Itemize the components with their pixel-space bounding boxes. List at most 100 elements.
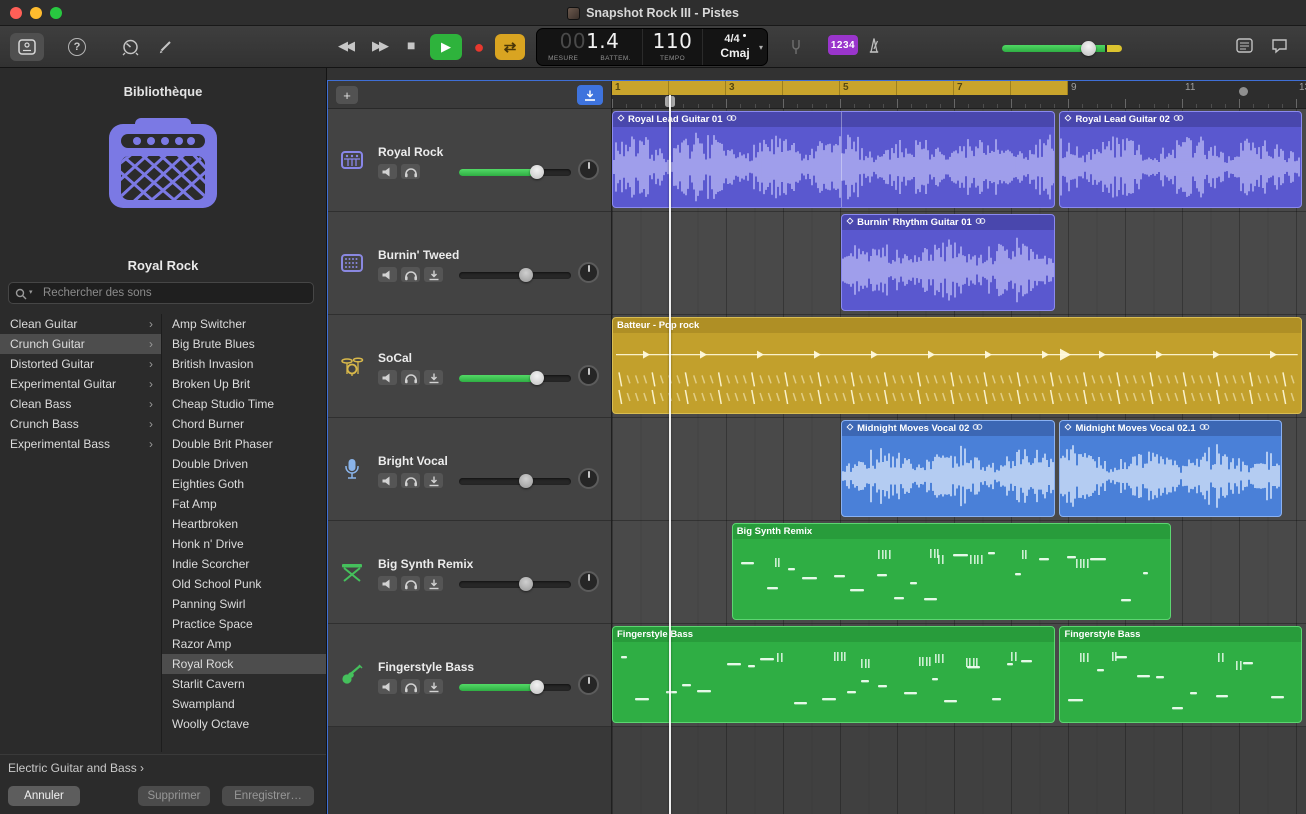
mute-button[interactable] <box>378 576 397 591</box>
pan-knob[interactable] <box>578 571 599 592</box>
library-patch-double-driven[interactable]: Double Driven <box>162 454 326 474</box>
region-midnight-moves-vocal-02-1-5[interactable]: Midnight Moves Vocal 02.1 <box>1059 420 1281 517</box>
library-patch-big-brute-blues[interactable]: Big Brute Blues <box>162 334 326 354</box>
library-patch-double-brit-phaser[interactable]: Double Brit Phaser <box>162 434 326 454</box>
library-patch-swampland[interactable]: Swampland <box>162 694 326 714</box>
headphones-button[interactable] <box>401 370 420 385</box>
track-volume-knob[interactable] <box>519 577 533 591</box>
master-volume-slider[interactable] <box>1002 45 1122 52</box>
download-button[interactable] <box>424 679 443 694</box>
library-patch-amp-switcher[interactable]: Amp Switcher <box>162 314 326 334</box>
lcd-position-section[interactable]: 001.4 MESUREBATTEM. <box>537 29 643 65</box>
play-button[interactable]: ▶ <box>430 34 462 60</box>
search-input[interactable] <box>8 282 314 304</box>
region-big-synth-remix-6[interactable]: Big Synth Remix <box>732 523 1171 620</box>
region-fingerstyle-bass-8[interactable]: Fingerstyle Bass <box>1059 626 1301 723</box>
mute-button[interactable] <box>378 679 397 694</box>
headphones-button[interactable] <box>401 267 420 282</box>
track-header-big-synth-remix[interactable]: Big Synth Remix <box>328 521 611 624</box>
metronome-icon[interactable] <box>866 36 882 54</box>
cyc£le-button[interactable]: ⇄ <box>495 34 525 60</box>
track-volume-slider[interactable] <box>459 478 571 485</box>
track-volume-knob[interactable] <box>530 680 544 694</box>
library-patch-panning-swirl[interactable]: Panning Swirl <box>162 594 326 614</box>
download-button[interactable] <box>424 370 443 385</box>
track-volume-slider[interactable] <box>459 375 571 382</box>
track-options-button[interactable] <box>577 85 603 105</box>
track-volume-slider[interactable] <box>459 272 571 279</box>
pan-knob[interactable] <box>578 468 599 489</box>
save-button[interactable]: Enregistrer… <box>222 786 314 806</box>
track-volume-knob[interactable] <box>519 474 533 488</box>
region-fingerstyle-bass-7[interactable]: Fingerstyle Bass <box>612 626 1055 723</box>
library-patch-honk-n-drive[interactable]: Honk n' Drive <box>162 534 326 554</box>
mute-button[interactable] <box>378 473 397 488</box>
titlebar[interactable]: Snapshot Rock III - Pistes <box>0 0 1306 26</box>
library-patch-razor-amp[interactable]: Razor Amp <box>162 634 326 654</box>
library-patch-chord-burner[interactable]: Chord Burner <box>162 414 326 434</box>
editors-button[interactable] <box>156 37 174 55</box>
library-patch-old-school-punk[interactable]: Old School Punk <box>162 574 326 594</box>
library-patch-practice-space[interactable]: Practice Space <box>162 614 326 634</box>
lcd-tempo-section[interactable]: 110 TEMPO <box>643 29 703 65</box>
library-patch-starlit-cavern[interactable]: Starlit Cavern <box>162 674 326 694</box>
region-royal-lead-guitar-02-1[interactable]: Royal Lead Guitar 02 <box>1059 111 1301 208</box>
pan-knob[interactable] <box>578 365 599 386</box>
track-header-fingerstyle-bass[interactable]: Fingerstyle Bass <box>328 624 611 727</box>
library-category-clean-bass[interactable]: Clean Bass› <box>0 394 161 414</box>
track-header-bright-vocal[interactable]: Bright Vocal <box>328 418 611 521</box>
display-mode-button[interactable] <box>1236 38 1253 53</box>
library-patch-indie-scorcher[interactable]: Indie Scorcher <box>162 554 326 574</box>
library-patch-broken-up-brit[interactable]: Broken Up Brit <box>162 374 326 394</box>
zoom-slider-knob[interactable] <box>1239 87 1248 96</box>
library-category-experimental-bass[interactable]: Experimental Bass› <box>0 434 161 454</box>
master-volume-knob[interactable] <box>1081 41 1096 56</box>
region-midnight-moves-vocal-02-4[interactable]: Midnight Moves Vocal 02 <box>841 420 1055 517</box>
library-patch-british-invasion[interactable]: British Invasion <box>162 354 326 374</box>
pan-knob[interactable] <box>578 262 599 283</box>
library-patch-royal-rock[interactable]: Royal Rock <box>162 654 326 674</box>
mute-button[interactable] <box>378 164 397 179</box>
pan-knob[interactable] <box>578 674 599 695</box>
delete-button[interactable]: Supprimer <box>138 786 210 806</box>
track-volume-knob[interactable] <box>530 165 544 179</box>
track-volume-knob[interactable] <box>530 371 544 385</box>
library-patch-fat-amp[interactable]: Fat Amp <box>162 494 326 514</box>
library-toggle-button[interactable] <box>10 33 44 61</box>
headphones-button[interactable] <box>401 473 420 488</box>
library-category-experimental-guitar[interactable]: Experimental Guitar› <box>0 374 161 394</box>
chevron-down-icon[interactable]: ▾ <box>759 43 763 52</box>
library-patch-cheap-studio-time[interactable]: Cheap Studio Time <box>162 394 326 414</box>
stop-button[interactable]: ■ <box>407 37 415 53</box>
track-volume-slider[interactable] <box>459 684 571 691</box>
search-scope-chevron-icon[interactable]: ▾ <box>29 288 33 296</box>
library-category-crunch-guitar[interactable]: Crunch Guitar› <box>0 334 161 354</box>
cancel-button[interactable]: Annuler <box>8 786 80 806</box>
feedback-button[interactable] <box>1271 38 1288 54</box>
tuning-fork-icon[interactable] <box>790 38 802 56</box>
download-button[interactable] <box>424 473 443 488</box>
library-patch-heartbroken[interactable]: Heartbroken <box>162 514 326 534</box>
library-patch-woolly-octave[interactable]: Woolly Octave <box>162 714 326 734</box>
ruler[interactable]: 135791113 <box>612 81 1306 109</box>
track-header-royal-rock[interactable]: Royal Rock <box>328 109 611 212</box>
headphones-button[interactable] <box>401 576 420 591</box>
rewind-button[interactable]: ◀◀ <box>338 38 352 54</box>
track-volume-slider[interactable] <box>459 169 571 176</box>
mute-button[interactable] <box>378 370 397 385</box>
forward-button[interactable]: ▶▶ <box>372 38 386 54</box>
track-header-burnin-tweed[interactable]: Burnin' Tweed <box>328 212 611 315</box>
region-batteur-pop-rock-3[interactable]: Batteur - Pop rock <box>612 317 1302 414</box>
library-category-distorted-guitar[interactable]: Distorted Guitar› <box>0 354 161 374</box>
lcd-display[interactable]: 001.4 MESUREBATTEM. 110 TEMPO 4/4 Cmaj ▾ <box>536 28 768 66</box>
region-burnin-rhythm-guitar-01-2[interactable]: Burnin' Rhythm Guitar 01 <box>841 214 1055 311</box>
smart-controls-button[interactable] <box>120 37 140 57</box>
add-track-button[interactable]: + <box>336 86 358 104</box>
cycle-region[interactable] <box>612 81 1068 95</box>
region-royal-lead-guitar-01-0[interactable]: Royal Lead Guitar 01 <box>612 111 1055 208</box>
mute-button[interactable] <box>378 267 397 282</box>
download-button[interactable] <box>424 576 443 591</box>
quick-help-button[interactable]: ? <box>68 38 86 56</box>
library-footer-link[interactable]: Electric Guitar and Bass › <box>0 754 326 780</box>
count-in-button[interactable]: 1234 <box>828 35 858 55</box>
